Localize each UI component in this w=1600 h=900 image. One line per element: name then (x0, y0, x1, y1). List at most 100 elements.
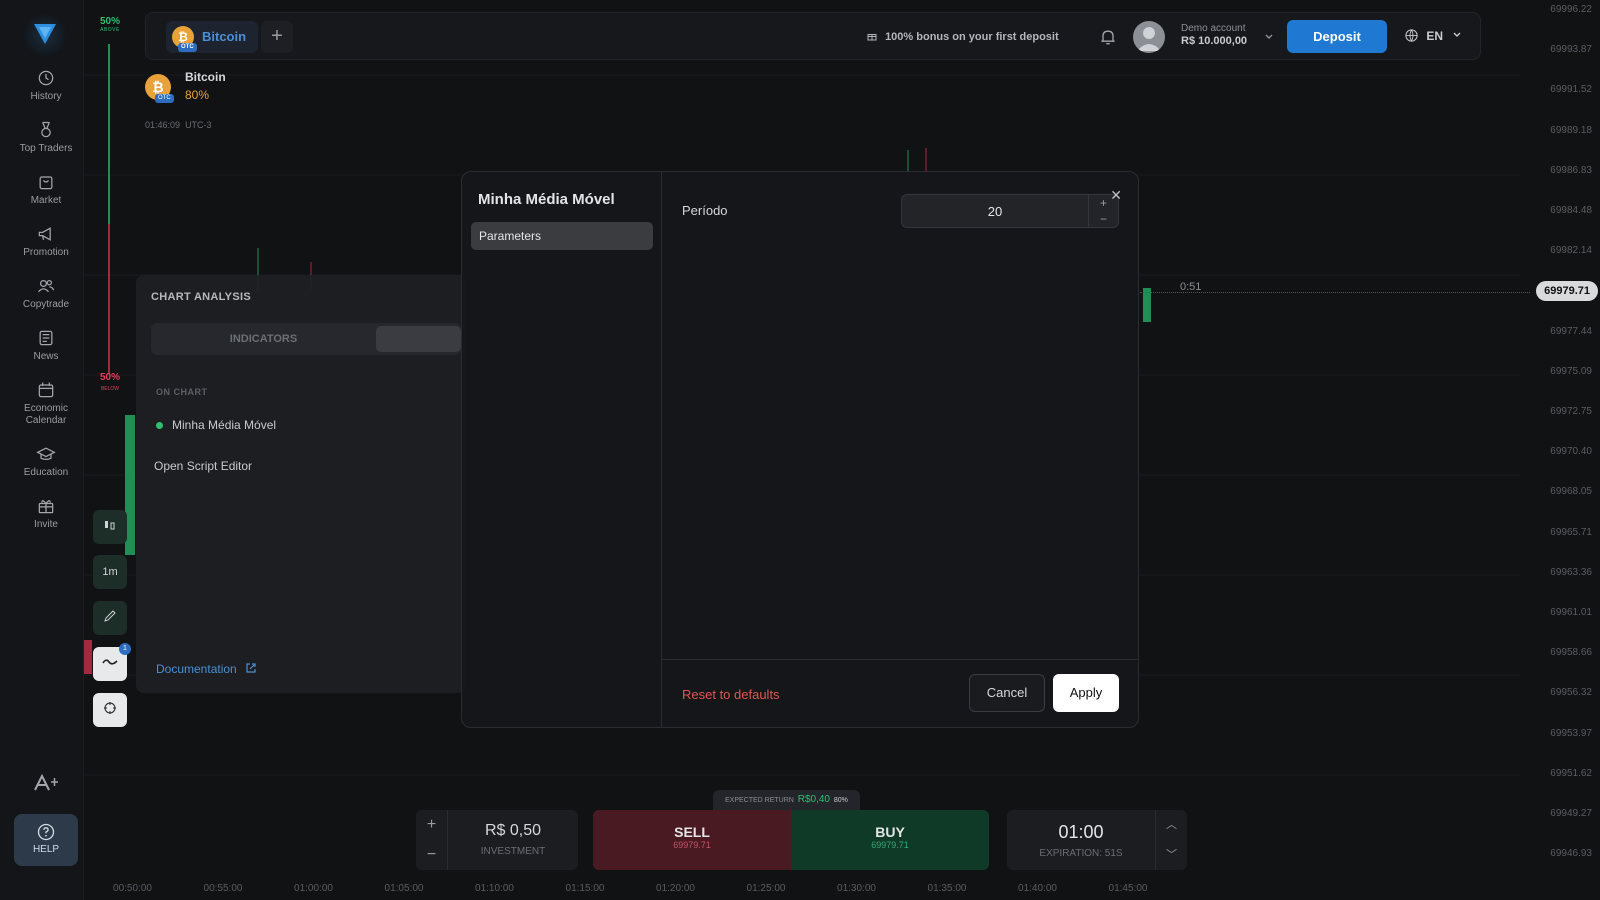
sidebar-item-education[interactable]: Education (0, 444, 92, 478)
time-axis-label: 01:00:00 (294, 883, 333, 894)
modal-sidebar: Minha Média Móvel Parameters (462, 172, 662, 727)
price-axis-label: 69986.83 (1550, 164, 1592, 176)
expected-return-label: EXPECTED RETURN (725, 797, 794, 804)
price-axis-label: 69958.66 (1550, 647, 1592, 659)
investment-value[interactable]: R$ 0,50 (448, 822, 578, 840)
account-switcher[interactable]: Demo account R$ 10.000,00 (1181, 23, 1247, 48)
sidebar-item-label: Economic Calendar (24, 403, 68, 426)
plus-icon[interactable]: + (416, 810, 447, 840)
avatar[interactable] (1133, 21, 1165, 53)
sentiment-above-label: ABOVE (100, 27, 120, 33)
price-axis-label: 69951.62 (1550, 767, 1592, 779)
sidebar-item-news[interactable]: News (0, 328, 92, 362)
sidebar-item-promotion[interactable]: Promotion (0, 224, 92, 258)
sidebar-item-invite[interactable]: Invite (0, 496, 92, 530)
tab-selected[interactable] (376, 326, 461, 352)
period-label: Período (682, 203, 728, 218)
gift-icon (867, 34, 877, 41)
newspaper-icon (36, 328, 56, 348)
indicators-button[interactable]: 1 (93, 643, 131, 681)
sidebar-item-history[interactable]: History (0, 68, 92, 102)
shopping-bag-icon (36, 172, 56, 192)
indicator-settings-modal: Minha Média Móvel Parameters Período + −… (461, 171, 1139, 728)
documentation-label: Documentation (156, 662, 237, 676)
sidebar-item-label: Top Traders (19, 143, 73, 154)
price-axis-label: 69949.27 (1550, 808, 1592, 819)
language-selector[interactable]: EN (1404, 28, 1462, 43)
time-axis-label: 01:45:00 (1108, 883, 1148, 894)
expiration-label: EXPIRATION: 51S (1039, 848, 1123, 859)
sidebar-item-top-traders[interactable]: Top Traders (0, 120, 92, 154)
asset-payout: 80% (185, 88, 210, 102)
bell-icon[interactable] (1098, 27, 1118, 52)
reset-defaults-button[interactable]: Reset to defaults (682, 687, 780, 702)
buy-button[interactable]: BUY 69979.71 (791, 810, 989, 870)
sidebar-item-label: News (33, 351, 59, 362)
time-axis: 00:45:0000:50:0000:55:0001:00:0001:05:00… (23, 876, 1520, 900)
chart-time: 01:46:09 (145, 120, 181, 130)
chevron-up-icon[interactable]: ︿ (1156, 810, 1187, 840)
period-input[interactable] (902, 195, 1088, 227)
language-label: EN (1426, 29, 1444, 43)
drawing-tool-button[interactable] (93, 601, 127, 635)
calendar-icon (36, 380, 56, 400)
crosshair-button[interactable] (93, 693, 127, 727)
help-button[interactable]: HELP (14, 814, 78, 866)
active-dot-icon (156, 422, 163, 429)
left-sidebar: History Top Traders Market Promotion Cop… (0, 0, 84, 900)
tab-indicators[interactable]: INDICATORS (151, 323, 376, 355)
apply-button[interactable]: Apply (1053, 674, 1119, 712)
clock-icon (36, 68, 56, 88)
close-icon[interactable]: ✕ (1110, 187, 1122, 204)
font-size-icon[interactable] (33, 773, 59, 797)
modal-nav-parameters[interactable]: Parameters (471, 222, 653, 250)
price-axis-label: 69977.44 (1550, 325, 1592, 337)
wave-icon (102, 659, 118, 665)
chevron-down-icon[interactable]: ﹀ (1156, 840, 1187, 870)
buy-price: 69979.71 (871, 840, 909, 850)
sidebar-item-label: Copytrade (22, 299, 70, 310)
expiration-stepper: ︿ ﹀ (1155, 810, 1187, 870)
investment-label: INVESTMENT (480, 846, 546, 857)
sidebar-item-label: Promotion (23, 247, 69, 258)
question-circle-icon (37, 823, 55, 841)
documentation-link[interactable]: Documentation (156, 662, 257, 676)
brand-logo[interactable] (24, 14, 66, 56)
bonus-text: 100% bonus on your first deposit (885, 31, 1059, 43)
sell-button[interactable]: SELL 69979.71 (593, 810, 791, 870)
time-axis-label: 01:15:00 (565, 883, 605, 894)
cancel-button[interactable]: Cancel (969, 674, 1045, 712)
time-axis-label: 01:20:00 (656, 883, 695, 894)
sidebar-item-economic-calendar[interactable]: Economic Calendar (0, 380, 92, 427)
graduation-cap-icon (36, 444, 56, 464)
sell-label: SELL (674, 824, 710, 840)
bonus-banner[interactable]: 100% bonus on your first deposit (866, 30, 1059, 43)
indicator-item[interactable]: Minha Média Móvel (156, 418, 276, 432)
decrement-icon[interactable]: − (1089, 211, 1118, 227)
minus-icon[interactable]: − (416, 840, 447, 870)
chevron-down-icon[interactable] (1264, 29, 1274, 47)
help-label: HELP (32, 844, 60, 855)
pencil-icon (104, 610, 116, 622)
deposit-button[interactable]: Deposit (1287, 20, 1387, 53)
chart-timezone: UTC-3 (185, 120, 212, 130)
asset-tab-bitcoin[interactable]: ₿ OTC Bitcoin (166, 21, 259, 53)
price-axis-label: 69975.09 (1550, 365, 1592, 377)
sidebar-item-copytrade[interactable]: Copytrade (0, 276, 92, 310)
chart-type-button[interactable] (93, 510, 127, 544)
buy-label: BUY (875, 824, 905, 840)
modal-title: Minha Média Móvel (478, 191, 615, 208)
sentiment-below-pct: 50% (99, 372, 120, 383)
price-axis: 69996.22 69993.87 69991.52 69989.18 69986.83… (1520, 0, 1600, 900)
price-axis-label: 69996.22 (1550, 4, 1592, 15)
expiration-value[interactable]: 01:00 (1007, 822, 1155, 843)
sidebar-item-label: History (30, 91, 62, 102)
sidebar-item-market[interactable]: Market (0, 172, 92, 206)
open-script-editor-link[interactable]: Open Script Editor (154, 459, 252, 473)
timeframe-button[interactable]: 1m (93, 555, 127, 589)
price-axis-label: 69946.93 (1550, 848, 1592, 860)
sell-price: 69979.71 (673, 840, 711, 850)
sentiment-bar-down (108, 224, 110, 374)
add-asset-button[interactable]: + (261, 21, 293, 53)
time-axis-label: 01:25:00 (746, 883, 786, 894)
